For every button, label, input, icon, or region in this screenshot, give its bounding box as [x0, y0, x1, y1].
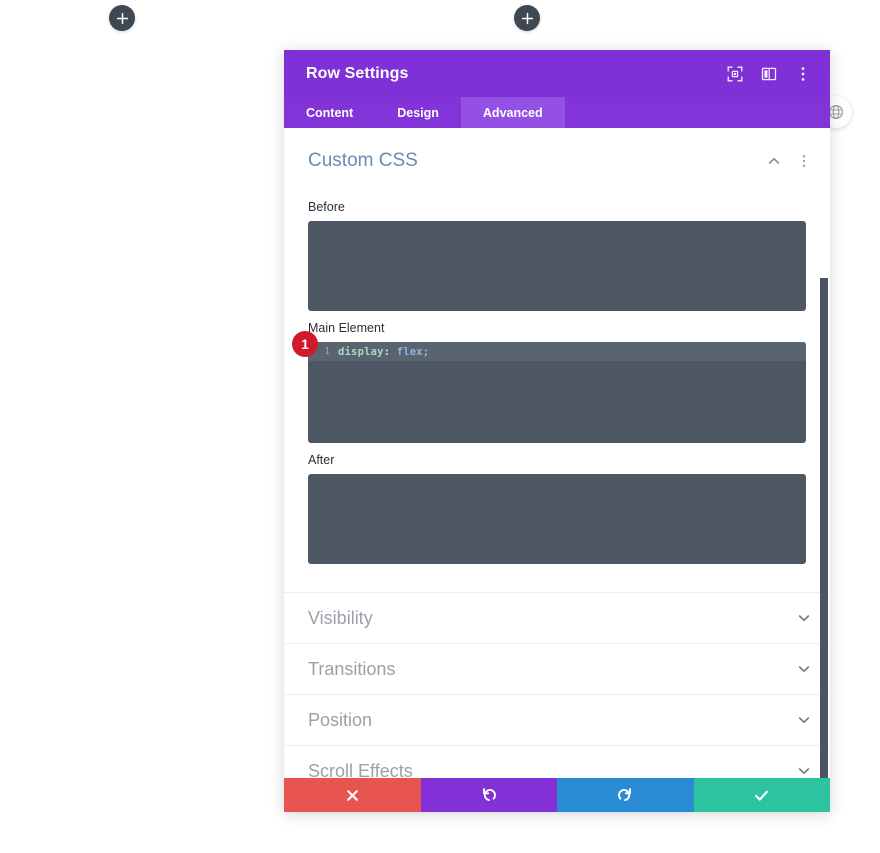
row-settings-panel: Row Settings Content Design Advanced Cus…	[284, 50, 830, 812]
section-scroll-effects-label: Scroll Effects	[308, 760, 413, 779]
page-title: Row Settings	[306, 64, 409, 82]
undo-icon	[481, 787, 497, 803]
css-value-token: flex	[390, 345, 423, 358]
before-field-group: Before	[284, 200, 830, 311]
panel-body: Custom CSS Before Main Element 1 1 displ…	[284, 128, 830, 778]
chevron-up-icon[interactable]	[766, 153, 782, 169]
tab-design[interactable]: Design	[375, 97, 461, 128]
more-options-icon[interactable]	[796, 153, 812, 169]
before-label: Before	[308, 200, 345, 214]
fullscreen-icon[interactable]	[726, 65, 744, 83]
checkmark-icon	[753, 787, 770, 804]
chevron-down-icon[interactable]	[796, 712, 812, 728]
layout-view-icon[interactable]	[760, 65, 778, 83]
main-element-label: Main Element	[308, 321, 385, 335]
save-button[interactable]	[693, 778, 830, 812]
before-code-input[interactable]	[308, 221, 806, 311]
panel-header: Row Settings	[284, 50, 830, 97]
section-visibility-label: Visibility	[308, 607, 373, 628]
custom-css-header-actions	[766, 153, 812, 169]
custom-css-title: Custom CSS	[308, 150, 418, 171]
section-visibility[interactable]: Visibility	[284, 592, 830, 643]
chevron-down-icon[interactable]	[796, 661, 812, 677]
panel-scroll-area: Custom CSS Before Main Element 1 1 displ…	[284, 128, 830, 778]
panel-header-actions	[726, 65, 812, 83]
cancel-button[interactable]	[284, 778, 421, 812]
main-element-field-group: Main Element 1 1 display: flex;	[284, 321, 830, 443]
undo-button[interactable]	[420, 778, 557, 812]
add-module-button-left[interactable]	[109, 5, 135, 31]
step-badge-1: 1	[292, 331, 318, 357]
code-content: display: flex;	[338, 346, 429, 358]
globe-icon	[828, 104, 844, 120]
panel-footer	[284, 778, 830, 812]
plus-icon	[116, 12, 129, 25]
after-label: After	[308, 453, 335, 467]
chevron-down-icon[interactable]	[796, 763, 812, 778]
more-options-icon[interactable]	[794, 65, 812, 83]
css-semicolon-token: ;	[422, 345, 430, 358]
main-element-code-input[interactable]: 1 display: flex;	[308, 342, 806, 443]
section-transitions[interactable]: Transitions	[284, 643, 830, 694]
css-property-token: display	[338, 345, 384, 358]
tab-advanced[interactable]: Advanced	[460, 97, 565, 128]
panel-scrollbar[interactable]	[820, 278, 828, 778]
section-position-label: Position	[308, 709, 373, 730]
close-icon	[345, 788, 360, 803]
panel-tabs: Content Design Advanced	[284, 97, 830, 128]
section-transitions-label: Transitions	[308, 658, 396, 679]
add-module-button-right[interactable]	[514, 5, 540, 31]
section-position[interactable]: Position	[284, 694, 830, 745]
section-scroll-effects[interactable]: Scroll Effects	[284, 745, 830, 778]
collapsed-sections-list: Visibility Transitions Position Scroll E…	[284, 592, 830, 778]
after-field-group: After	[284, 453, 830, 564]
custom-css-section-header[interactable]: Custom CSS	[284, 128, 830, 190]
redo-icon	[617, 787, 633, 803]
plus-icon	[521, 12, 534, 25]
tab-content[interactable]: Content	[284, 97, 375, 128]
code-line-1: 1 display: flex;	[308, 342, 806, 361]
chevron-down-icon[interactable]	[796, 610, 812, 626]
redo-button[interactable]	[557, 778, 694, 812]
after-code-input[interactable]	[308, 474, 806, 564]
